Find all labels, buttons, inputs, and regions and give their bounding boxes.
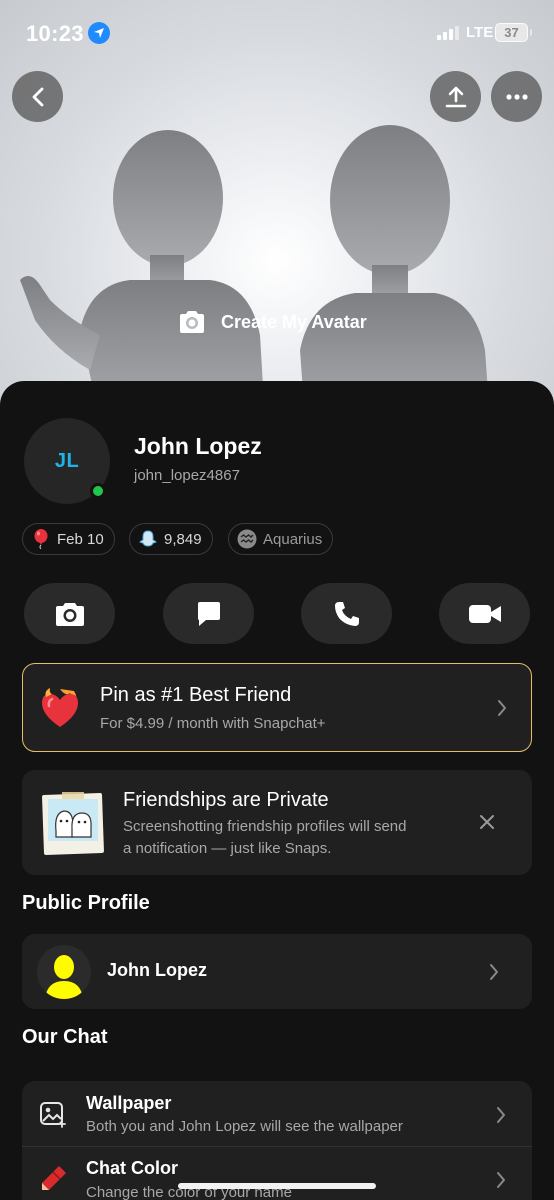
pin-best-friend-card[interactable]: Pin as #1 Best Friend For $4.99 / month … xyxy=(22,663,532,752)
public-profile-row[interactable]: John Lopez xyxy=(22,934,532,1009)
wallpaper-row[interactable]: Wallpaper Both you and John Lopez will s… xyxy=(22,1081,532,1146)
chevron-right-icon xyxy=(490,964,498,980)
chat-action-button[interactable] xyxy=(163,583,254,644)
video-camera-icon xyxy=(468,604,501,623)
create-avatar-button[interactable]: Create My Avatar xyxy=(177,309,367,335)
privacy-card-title: Friendships are Private xyxy=(123,789,329,811)
video-call-button[interactable] xyxy=(439,583,530,644)
close-icon[interactable] xyxy=(478,813,496,831)
zodiac-chip[interactable]: Aquarius xyxy=(228,523,334,555)
person-placeholder-icon xyxy=(45,955,83,999)
home-indicator[interactable] xyxy=(178,1183,376,1189)
privacy-card-subtitle-line2: a notification — just like Snaps. xyxy=(123,840,332,857)
public-profile-name: John Lopez xyxy=(107,960,207,980)
network-type: LTE xyxy=(466,24,494,41)
share-button[interactable] xyxy=(430,71,481,122)
status-time: 10:23 xyxy=(26,21,84,46)
privacy-card-subtitle-line1: Screenshotting friendship profiles will … xyxy=(123,818,407,835)
heart-fire-icon xyxy=(42,688,78,727)
battery-tip xyxy=(530,29,532,36)
crayon-icon xyxy=(42,1166,66,1190)
bitmoji-avatar xyxy=(37,945,91,999)
birthday-label: Feb 10 xyxy=(57,530,104,548)
birthday-chip[interactable]: Feb 10 xyxy=(22,523,115,555)
online-status-dot xyxy=(90,483,106,499)
back-button[interactable] xyxy=(12,71,63,122)
snapscore-chip[interactable]: 9,849 xyxy=(129,523,213,555)
camera-icon xyxy=(180,311,204,333)
avatar-initials: JL xyxy=(54,449,80,472)
avatar-silhouette-right xyxy=(300,125,490,420)
ghost-polaroid-icon xyxy=(42,792,104,855)
public-profile-section-title: Public Profile xyxy=(22,892,150,914)
status-bar: 10:23 LTE 37 xyxy=(0,0,554,66)
more-dots-icon xyxy=(505,93,528,100)
wallpaper-image-icon xyxy=(40,1102,66,1128)
share-upload-icon xyxy=(445,86,466,107)
display-name: John Lopez xyxy=(134,433,262,459)
chat-bubble-icon xyxy=(197,601,220,626)
balloon-icon xyxy=(31,529,51,549)
voice-call-button[interactable] xyxy=(301,583,392,644)
chevron-right-icon xyxy=(498,700,506,716)
chat-color-title: Chat Color xyxy=(86,1158,178,1178)
friendships-private-card: Friendships are Private Screenshotting f… xyxy=(22,770,532,875)
create-avatar-label: Create My Avatar xyxy=(221,311,367,332)
aquarius-icon xyxy=(237,529,257,549)
wallpaper-title: Wallpaper xyxy=(86,1093,172,1113)
zodiac-label: Aquarius xyxy=(263,530,323,548)
wallpaper-subtitle: Both you and John Lopez will see the wal… xyxy=(86,1118,403,1135)
snapscore-label: 9,849 xyxy=(164,530,202,548)
chevron-right-icon xyxy=(497,1172,505,1188)
pin-card-subtitle: For $4.99 / month with Snapchat+ xyxy=(100,715,326,732)
signal-bars-icon xyxy=(437,26,459,40)
phone-icon xyxy=(334,601,359,626)
username: john_lopez4867 xyxy=(134,467,240,484)
chevron-right-icon xyxy=(497,1107,505,1123)
chevron-left-icon xyxy=(32,87,43,106)
camera-icon xyxy=(55,602,84,626)
location-arrow-icon xyxy=(88,22,110,44)
camera-action-button[interactable] xyxy=(24,583,115,644)
avatar-silhouette-left xyxy=(20,130,265,420)
ghost-icon xyxy=(138,529,158,549)
more-options-button[interactable] xyxy=(491,71,542,122)
battery-icon: 37 xyxy=(495,23,528,42)
pin-card-title: Pin as #1 Best Friend xyxy=(100,684,292,706)
battery-level: 37 xyxy=(504,25,519,40)
our-chat-section-title: Our Chat xyxy=(22,1026,108,1048)
chat-color-row[interactable]: Chat Color Change the color of your name xyxy=(22,1147,532,1200)
